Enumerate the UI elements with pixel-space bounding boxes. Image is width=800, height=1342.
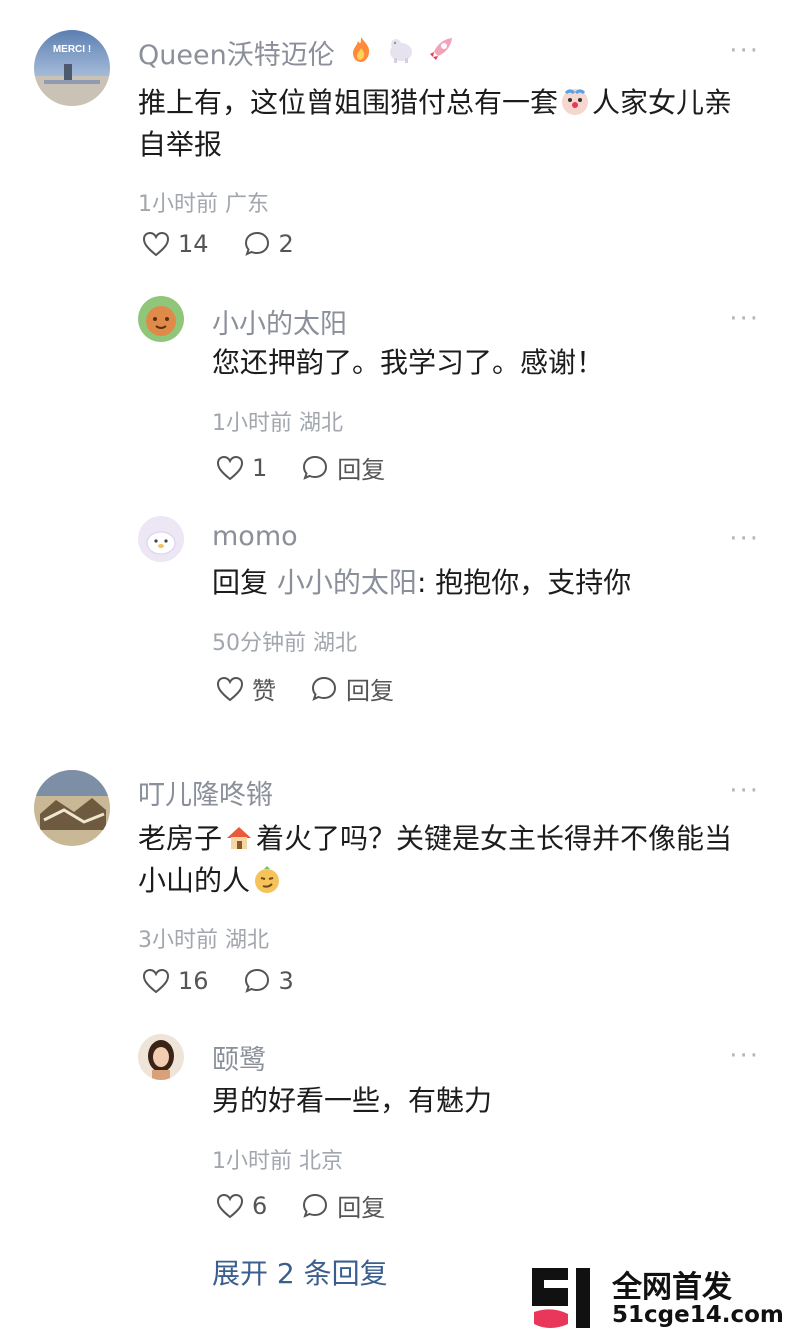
timestamp: 1小时前 <box>138 192 218 217</box>
comment-meta: 1小时前 北京 <box>212 1143 343 1175</box>
comment-meta: 3小时前 湖北 <box>138 922 269 954</box>
reply-prefix: 回复 <box>212 566 269 599</box>
avatar-image: MERCI ! <box>34 30 110 106</box>
clown-face-icon <box>562 89 589 115</box>
heart-icon <box>216 676 244 701</box>
location: 广东 <box>225 192 270 217</box>
comment-actions: 赞 回复 <box>216 671 428 706</box>
rocket-icon <box>430 38 452 60</box>
comment-meta: 50分钟前 湖北 <box>212 625 357 657</box>
avatar-image <box>34 770 110 846</box>
mention-link[interactable]: 小小的太阳 <box>277 566 417 599</box>
username[interactable]: 小小的太阳 <box>212 302 347 341</box>
avatar[interactable] <box>34 770 110 846</box>
watermark-logo-icon <box>532 1268 590 1328</box>
comment-actions: 16 3 <box>142 967 328 995</box>
location: 湖北 <box>313 631 358 656</box>
smirk-face-icon <box>255 866 280 893</box>
avatar[interactable] <box>138 1034 184 1080</box>
like-count: 16 <box>178 967 209 995</box>
avatar[interactable] <box>138 296 184 342</box>
like-count: 1 <box>252 453 268 482</box>
avatar-image <box>138 516 184 562</box>
like-label: 赞 <box>252 677 276 705</box>
watermark-domain: 51cge14.com <box>612 1302 784 1328</box>
more-options-button[interactable]: ··· <box>729 524 760 554</box>
cat-icon <box>390 39 412 63</box>
heart-icon <box>216 1193 244 1218</box>
heart-icon <box>142 231 170 257</box>
location: 湖北 <box>225 928 270 953</box>
comment-text: 推上有，这位曾姐围猎付总有一套 人家女儿亲自举报 <box>138 82 758 166</box>
avatar-label: MERCI ! <box>53 44 91 55</box>
like-button[interactable]: 1 <box>216 454 267 482</box>
like-count: 6 <box>252 1191 268 1220</box>
comment-text: 老房子 着火了吗？关键是女主长得并不像能当小山的人 <box>138 818 758 902</box>
comment-text: 男的好看一些，有魅力 <box>212 1084 493 1117</box>
avatar-image <box>138 1034 184 1080</box>
location: 湖北 <box>299 411 344 436</box>
house-icon <box>227 827 252 849</box>
location: 北京 <box>299 1149 344 1174</box>
like-count: 14 <box>178 230 209 258</box>
comment-actions: 6 回复 <box>216 1188 419 1223</box>
avatar-image <box>138 296 184 342</box>
reply-button[interactable]: 3 <box>243 967 294 995</box>
comment-meta: 1小时前 广东 <box>138 186 269 218</box>
user-badges <box>346 34 456 64</box>
reply-label: 回复 <box>337 456 386 484</box>
more-options-button[interactable]: ··· <box>729 776 760 806</box>
reply-button[interactable]: 2 <box>243 230 294 258</box>
username[interactable]: momo <box>212 521 298 552</box>
heart-icon <box>216 455 244 480</box>
comment-bubble-icon <box>303 455 328 480</box>
like-button[interactable]: 6 <box>216 1192 267 1220</box>
comment-text-part: 老房子 <box>138 822 223 855</box>
username[interactable]: 叮儿隆咚锵 <box>138 773 273 812</box>
watermark-title: 全网首发 <box>612 1270 732 1305</box>
comment-meta: 1小时前 湖北 <box>212 405 343 437</box>
more-options-button[interactable]: ··· <box>729 304 760 334</box>
comment-bubble-icon <box>244 968 269 993</box>
more-options-button[interactable]: ··· <box>729 1041 760 1071</box>
comment-actions: 14 2 <box>142 230 328 258</box>
comment-text: 回复 小小的太阳: 抱抱你，支持你 <box>212 562 752 604</box>
timestamp: 1小时前 <box>212 1149 292 1174</box>
comment-actions: 1 回复 <box>216 450 419 485</box>
timestamp: 3小时前 <box>138 928 218 953</box>
comment-bubble-icon <box>311 676 337 701</box>
avatar[interactable] <box>138 516 184 562</box>
reply-count: 2 <box>278 230 294 258</box>
reply-count: 3 <box>278 967 294 995</box>
avatar[interactable]: MERCI ! <box>34 30 110 106</box>
comment-bubble-icon <box>244 231 269 256</box>
more-options-button[interactable]: ··· <box>729 36 760 66</box>
reply-label: 回复 <box>346 677 394 705</box>
comment-text: 您还押韵了。我学习了。感谢！ <box>212 346 605 379</box>
like-button[interactable]: 赞 <box>216 671 276 706</box>
username[interactable]: Queen沃特迈伦 <box>138 33 335 72</box>
reply-button[interactable]: 回复 <box>301 450 385 485</box>
like-button[interactable]: 14 <box>142 230 209 258</box>
like-button[interactable]: 16 <box>142 967 209 995</box>
comment-text-part: : 抱抱你，支持你 <box>416 566 632 599</box>
heart-icon <box>142 968 170 994</box>
reply-button[interactable]: 回复 <box>310 671 394 706</box>
comment-bubble-icon <box>303 1193 328 1218</box>
username[interactable]: 颐鹭 <box>212 1038 266 1077</box>
expand-replies-link[interactable]: 展开 2 条回复 <box>212 1252 388 1292</box>
reply-label: 回复 <box>337 1194 386 1222</box>
watermark: 全网首发 51cge14.com <box>528 1262 790 1334</box>
timestamp: 1小时前 <box>212 411 292 436</box>
timestamp: 50分钟前 <box>212 631 306 656</box>
fire-icon <box>353 37 370 62</box>
reply-button[interactable]: 回复 <box>301 1188 385 1223</box>
comment-text-part: 推上有，这位曾姐围猎付总有一套 <box>138 86 559 119</box>
